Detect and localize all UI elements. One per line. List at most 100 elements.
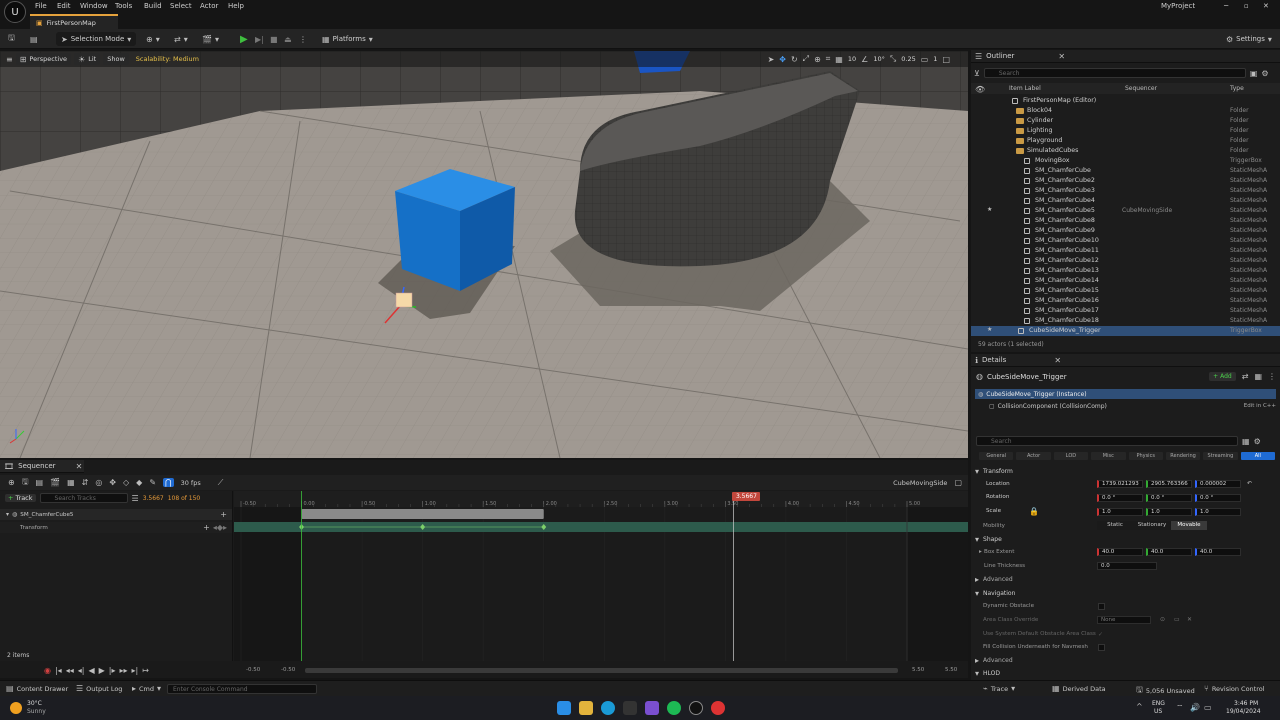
filter-tab[interactable]: Misc <box>1091 452 1126 460</box>
mobility-movable[interactable]: Movable <box>1171 521 1207 530</box>
windows-start-icon[interactable] <box>557 701 571 715</box>
outliner-row[interactable]: SM_ChamferCube4 StaticMeshA <box>971 196 1280 206</box>
lit-button[interactable]: ☀ Lit <box>74 53 101 65</box>
record-icon[interactable]: ◉ <box>44 666 51 675</box>
outliner-row[interactable]: SM_ChamferCube11 StaticMeshA <box>971 246 1280 256</box>
outliner-row[interactable]: SM_ChamferCube12 StaticMeshA <box>971 256 1280 266</box>
outliner-row[interactable]: FirstPersonMap (Editor) <box>971 96 1280 106</box>
browse-icon[interactable]: ⊙ <box>1160 616 1165 623</box>
scale-y-field[interactable]: 1.0 <box>1146 508 1192 516</box>
range-end-b[interactable]: 5.50 <box>945 667 957 673</box>
sequencer-tab[interactable]: 🎞 Sequencer ✕ <box>0 460 84 473</box>
box-extent-z-field[interactable]: 40.0 <box>1195 548 1241 556</box>
lock-icon[interactable]: 🔒 <box>1029 507 1039 516</box>
camera-speed-icon[interactable]: ▭ <box>921 55 929 64</box>
close-window-button[interactable]: ✕ <box>1263 2 1269 10</box>
translate-tool-icon[interactable]: ✥ <box>779 55 786 64</box>
scale-dropdown[interactable]: Scale <box>986 508 1001 514</box>
blueprint-button[interactable]: ⇄ ▾ <box>174 32 188 46</box>
show-button[interactable]: Show <box>103 53 129 65</box>
minimize-button[interactable]: ─ <box>1224 2 1228 10</box>
camera-speed-value[interactable]: 1 <box>933 55 937 63</box>
filter-tab[interactable]: LOD <box>1053 452 1089 460</box>
grid-view-icon[interactable]: ▦ <box>1242 437 1250 446</box>
outliner-row[interactable]: SM_ChamferCube18 StaticMeshA <box>971 316 1280 326</box>
world-icon[interactable]: ⊕ <box>8 478 15 487</box>
clock-date[interactable]: 19/04/2024 <box>1226 708 1261 715</box>
col-type[interactable]: Type <box>1230 85 1244 92</box>
key-nav-icon[interactable]: ◂◆▸ <box>213 523 227 532</box>
current-time-field[interactable]: 3.5667 <box>143 495 164 502</box>
outliner-row[interactable]: SM_ChamferCube14 StaticMeshA <box>971 276 1280 286</box>
content-browse-icon[interactable]: ▤ <box>30 35 38 44</box>
menu-select[interactable]: Select <box>170 2 192 10</box>
playhead-label[interactable]: 3.5667 <box>732 492 761 501</box>
folder-icon[interactable]: ▭ <box>1174 616 1180 623</box>
star-icon[interactable]: ★ <box>987 326 992 333</box>
outliner-row[interactable]: SM_ChamferCube13 StaticMeshA <box>971 266 1280 276</box>
filter-tab[interactable]: Actor <box>1016 452 1051 460</box>
filter-tab[interactable]: Rendering <box>1165 452 1201 460</box>
add-content-button[interactable]: ⊕ ▾ <box>146 32 160 46</box>
rotate-tool-icon[interactable]: ↻ <box>791 55 798 64</box>
outliner-row[interactable]: SM_ChamferCube2 StaticMeshA <box>971 176 1280 186</box>
rotation-y-field[interactable]: 0.0 ° <box>1146 494 1192 502</box>
tray-chevron-icon[interactable]: ^ <box>1136 702 1143 711</box>
col-item-label[interactable]: Item Label <box>1009 85 1041 92</box>
maximize-viewport-icon[interactable]: □ <box>942 55 950 64</box>
range-start-b[interactable]: -0.50 <box>281 667 295 673</box>
sequence-name[interactable]: CubeMovingSide <box>893 479 947 487</box>
volume-icon[interactable]: 🔊 <box>1190 703 1200 712</box>
rotation-z-field[interactable]: 0.0 ° <box>1195 494 1241 502</box>
notion-icon[interactable] <box>623 701 637 715</box>
spotify-icon[interactable] <box>667 701 681 715</box>
add-icon[interactable]: + <box>203 523 210 532</box>
browse-icon[interactable]: ▤ <box>36 478 44 487</box>
outliner-row[interactable]: SM_ChamferCube15 StaticMeshA <box>971 286 1280 296</box>
area-class-dropdown[interactable]: None <box>1097 616 1151 624</box>
outliner-row[interactable]: SM_ChamferCube10 StaticMeshA <box>971 236 1280 246</box>
rotation-snap-value[interactable]: 10° <box>873 55 885 63</box>
edit-cpp-link[interactable]: Edit in C++ <box>1244 403 1276 409</box>
cinematics-button[interactable]: 🎬 ▾ <box>202 32 219 46</box>
step-button[interactable]: ▶| <box>255 32 264 46</box>
outliner-row[interactable]: SM_ChamferCube17 StaticMeshA <box>971 306 1280 316</box>
prev-key-icon[interactable]: ◂◂ <box>66 666 74 675</box>
component-row[interactable]: ▢ CollisionComponent (CollisionComp) Edi… <box>989 401 1276 411</box>
add-folder-icon[interactable]: ▣ <box>1250 69 1258 78</box>
cmd-dropdown[interactable]: ▸ Cmd ▾ <box>132 684 161 693</box>
edge-browser-icon[interactable] <box>601 701 615 715</box>
content-drawer-button[interactable]: ▤ Content Drawer <box>6 684 68 693</box>
scale-x-field[interactable]: 1.0 <box>1097 508 1143 516</box>
outliner-row[interactable]: Block04 Folder <box>971 106 1280 116</box>
fill-collision-checkbox[interactable] <box>1098 644 1105 651</box>
outliner-row[interactable]: SM_ChamferCube3 StaticMeshA <box>971 186 1280 196</box>
weather-condition[interactable]: Sunny <box>27 708 46 715</box>
revision-control-button[interactable]: ⑂ Revision Control <box>1204 684 1265 693</box>
next-key-icon[interactable]: ▸▸ <box>119 666 127 675</box>
track-search-input[interactable]: Search Tracks <box>39 493 128 503</box>
file-explorer-icon[interactable] <box>579 701 593 715</box>
rotation-dropdown[interactable]: Rotation <box>986 494 1009 500</box>
actor-name[interactable]: CubeSideMove_Trigger <box>987 373 1067 381</box>
hlod-section-header[interactable]: ▾ HLOD <box>971 668 1280 679</box>
menu-file[interactable]: File <box>35 2 47 10</box>
view-options-icon[interactable]: ◎ <box>95 478 102 487</box>
transform-options-icon[interactable]: ✥ <box>109 478 116 487</box>
hamburger-icon[interactable]: ≡ <box>6 55 13 64</box>
add-component-button[interactable]: + Add <box>1209 372 1236 381</box>
stop-button[interactable]: ■ <box>270 32 278 46</box>
outliner-tab[interactable]: ☰ Outliner ✕ <box>971 50 1280 63</box>
outliner-row[interactable]: SimulatedCubes Folder <box>971 146 1280 156</box>
play-options-button[interactable]: ⋮ <box>299 32 307 46</box>
more-icon[interactable]: ⋮ <box>1268 372 1276 381</box>
maximize-button[interactable]: ▫ <box>1244 2 1249 10</box>
perspective-button[interactable]: ⊞ Perspective <box>15 53 72 65</box>
scale-z-field[interactable]: 1.0 <box>1195 508 1241 516</box>
mobility-stationary[interactable]: Stationary <box>1133 521 1171 530</box>
playback-options-icon[interactable]: ▦ <box>67 478 75 487</box>
derived-data-button[interactable]: ▦ Derived Data <box>1052 684 1106 693</box>
close-icon[interactable]: ✕ <box>1054 356 1061 365</box>
navigation-advanced[interactable]: ▸ Advanced <box>971 655 1280 666</box>
location-z-field[interactable]: 0.000002 <box>1195 480 1241 488</box>
